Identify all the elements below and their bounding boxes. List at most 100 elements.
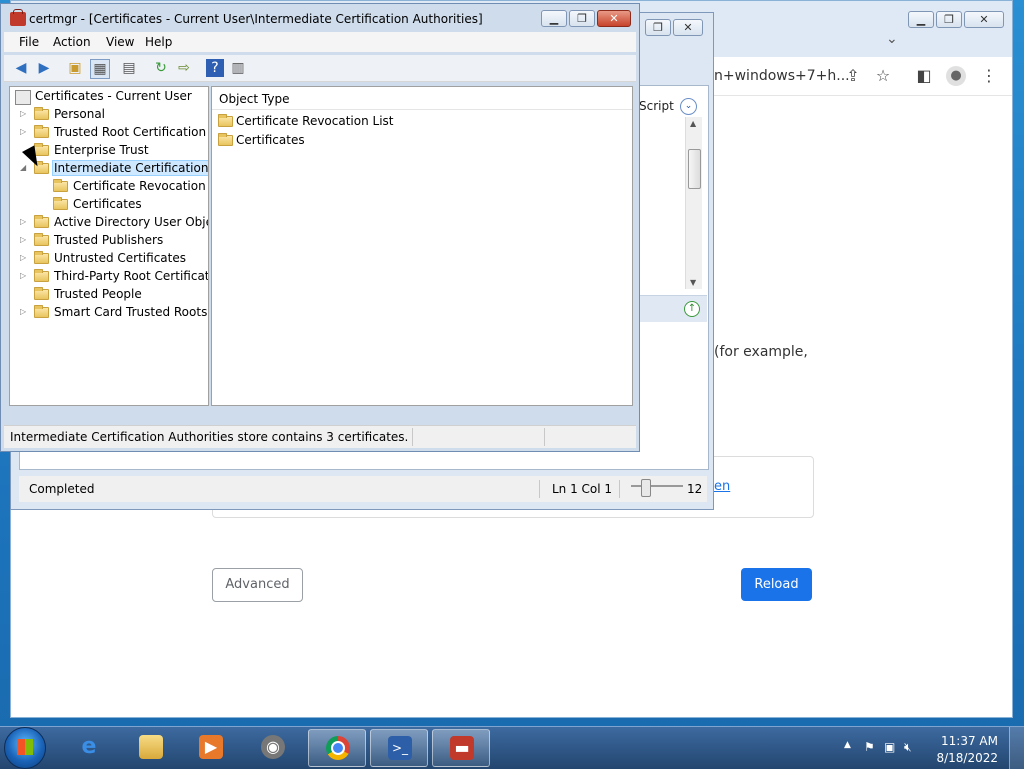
taskbar-media-player[interactable]: ▶ (182, 729, 240, 767)
profile-avatar-icon[interactable]: ● (946, 66, 966, 86)
folder-icon (218, 133, 233, 146)
up-folder-icon[interactable]: ▣ (66, 59, 84, 77)
expand-icon[interactable]: ▷ (20, 127, 28, 136)
minimize-icon[interactable]: ▁ (541, 10, 567, 27)
zoom-slider-track[interactable] (631, 485, 683, 487)
tree-item-untrusted[interactable]: ▷ Untrusted Certificates (10, 250, 208, 268)
status-separator (619, 480, 620, 498)
tree-pane[interactable]: Certificates - Current User ▷ Personal ▷… (9, 86, 209, 406)
network-icon[interactable]: ▣ (884, 740, 895, 754)
folder-icon (34, 107, 49, 120)
expand-icon[interactable]: ▷ (20, 217, 28, 226)
taskbar-chrome[interactable] (308, 729, 366, 767)
tree-item-certificates[interactable]: Certificates (10, 196, 208, 214)
reload-button[interactable]: Reload (741, 568, 812, 601)
zoom-slider-thumb[interactable] (641, 479, 651, 497)
status-text: Intermediate Certification Authorities s… (10, 430, 409, 444)
tree-item-ad-user-object[interactable]: ▷ Active Directory User Object (10, 214, 208, 232)
folder-icon (53, 179, 68, 192)
tree-item-trusted-root[interactable]: ▷ Trusted Root Certification Au (10, 124, 208, 142)
column-header[interactable]: Object Type (212, 87, 632, 110)
certificate-store-icon (15, 90, 31, 105)
toolbox-icon: ▬ (450, 736, 474, 760)
list-pane[interactable]: Object Type Certificate Revocation List … (211, 86, 633, 406)
properties-icon[interactable]: ▤ (120, 59, 138, 77)
close-icon[interactable]: ✕ (964, 11, 1004, 28)
restore-icon[interactable]: ❐ (936, 11, 962, 28)
browser-window-controls: ❐ ✕ (643, 19, 703, 36)
chevron-down-icon[interactable]: ⌄ (886, 31, 898, 47)
advanced-button[interactable]: Advanced (212, 568, 303, 602)
tree-item-trusted-people[interactable]: Trusted People (10, 286, 208, 304)
scrollbar-thumb[interactable] (688, 149, 701, 189)
vertical-scrollbar[interactable]: ▲ ▼ (685, 117, 702, 289)
folder-icon (34, 125, 49, 138)
scroll-up-icon[interactable]: ▲ (690, 119, 696, 128)
tree-item-label: Third-Party Root Certification (54, 269, 208, 283)
action-pane-icon[interactable]: ▥ (229, 59, 247, 77)
horizontal-scrollbar[interactable]: ◀ ||| ▶ (10, 405, 208, 406)
taskbar-powershell[interactable]: >_ (370, 729, 428, 767)
horizontal-scrollbar[interactable]: ◀ ||| ▶ (212, 405, 632, 406)
restore-icon[interactable]: ❐ (569, 10, 595, 27)
powershell-icon: >_ (388, 736, 412, 760)
expand-icon[interactable]: ▷ (20, 307, 28, 316)
side-panel-icon[interactable]: ◧ (914, 66, 934, 86)
forward-arrow-icon[interactable]: ▶ (35, 59, 53, 77)
export-list-icon[interactable]: ⇨ (175, 59, 193, 77)
zoom-value: 12 (687, 482, 703, 496)
folder-icon (34, 287, 49, 300)
tree-item-smart-card-roots[interactable]: ▷ Smart Card Trusted Roots (10, 304, 208, 322)
page-link[interactable]: en (714, 479, 730, 494)
tree-item-trusted-publishers[interactable]: ▷ Trusted Publishers (10, 232, 208, 250)
close-icon[interactable]: ✕ (597, 10, 631, 27)
menu-file[interactable]: File (19, 35, 39, 49)
start-button[interactable] (4, 727, 46, 769)
page-body-text: (for example, (714, 344, 808, 360)
show-hidden-icons-icon[interactable]: ▲ (844, 740, 851, 750)
chevron-down-icon[interactable]: ⌄ (680, 98, 697, 115)
taskbar-ie[interactable]: e (60, 729, 118, 767)
flag-icon[interactable]: ⚑ (864, 740, 875, 754)
taskbar-certmgr[interactable]: ▬ (432, 729, 490, 767)
tree-root[interactable]: Certificates - Current User (10, 88, 208, 106)
taskbar-explorer[interactable] (122, 729, 180, 767)
tree-item-crl[interactable]: Certificate Revocation List (10, 178, 208, 196)
clock-time[interactable]: 11:37 AM (941, 734, 998, 748)
close-icon[interactable]: ✕ (673, 19, 703, 36)
address-bar-text[interactable]: n+windows+7+h... (714, 68, 850, 84)
refresh-icon[interactable]: ↻ (152, 59, 170, 77)
status-separator (544, 428, 545, 446)
arrow-up-icon[interactable]: ↑ (684, 301, 700, 317)
script-label: Script (639, 99, 674, 113)
menu-help[interactable]: Help (145, 35, 172, 49)
restore-icon[interactable]: ❐ (645, 19, 671, 36)
more-menu-icon[interactable]: ⋮ (979, 66, 999, 86)
menu-action[interactable]: Action (53, 35, 91, 49)
tree-item-label: Trusted People (54, 287, 142, 301)
tree-item-label: Personal (54, 107, 106, 121)
share-icon[interactable]: ⇪ (843, 66, 863, 86)
minimize-icon[interactable]: ▁ (908, 11, 934, 28)
collapse-icon[interactable]: ◢ (20, 163, 28, 172)
menu-view[interactable]: View (106, 35, 134, 49)
windows-logo-icon (17, 739, 33, 755)
show-hide-tree-icon[interactable]: ▦ (90, 59, 110, 79)
volume-muted-icon[interactable]: 🔇︎ (904, 740, 912, 755)
back-arrow-icon[interactable]: ◀ (12, 59, 30, 77)
tree-item-label: Certificates (73, 197, 142, 211)
tree-item-label: Certificate Revocation List (73, 179, 208, 193)
star-icon[interactable]: ☆ (873, 66, 893, 86)
expand-icon[interactable]: ▷ (20, 109, 28, 118)
expand-icon[interactable]: ▷ (20, 253, 28, 262)
scroll-down-icon[interactable]: ▼ (690, 278, 696, 287)
taskbar-raccoon-app[interactable]: ◉ (244, 729, 302, 767)
clock-date[interactable]: 8/18/2022 (936, 751, 998, 765)
expand-icon[interactable]: ▷ (20, 235, 28, 244)
expand-icon[interactable]: ▷ (20, 271, 28, 280)
tree-item-third-party-root[interactable]: ▷ Third-Party Root Certification (10, 268, 208, 286)
menu-bar: File Action View Help (4, 32, 636, 52)
tree-item-personal[interactable]: ▷ Personal (10, 106, 208, 124)
show-desktop-button[interactable] (1009, 727, 1024, 769)
help-icon[interactable]: ? (206, 59, 224, 77)
